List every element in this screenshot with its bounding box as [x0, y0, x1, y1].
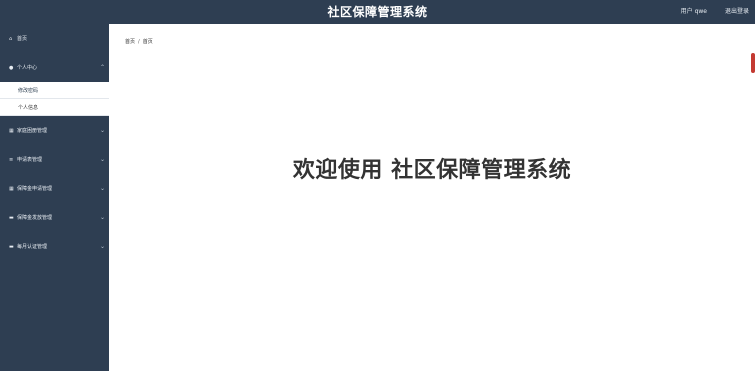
sidebar-item-label: 每月认证管理 [17, 244, 48, 250]
app-title: 社区保障管理系统 [327, 5, 428, 19]
personal-center-submenu: 修改密码 个人信息 [0, 82, 109, 116]
grid-icon: ▦ [9, 127, 14, 134]
logout-link[interactable]: 退出登录 [725, 0, 749, 24]
card-icon: ▬ [9, 243, 14, 250]
breadcrumb: 首页 / 首页 [125, 38, 153, 45]
sidebar-item-family-register[interactable]: ▦ 家庭困册管理 ⌄ [0, 116, 109, 145]
sidebar-item-monthly-verification[interactable]: ▬ 每月认证管理 ⌄ [0, 232, 109, 261]
sidebar-subitem-change-password[interactable]: 修改密码 [0, 82, 109, 99]
breadcrumb-current: 首页 [142, 39, 153, 45]
sidebar-item-fund-application[interactable]: ▦ 保障金申请管理 ⌄ [0, 174, 109, 203]
chevron-down-icon: ⌄ [99, 127, 105, 134]
sidebar-subitem-personal-info[interactable]: 个人信息 [0, 99, 109, 116]
chevron-down-icon: ⌄ [99, 214, 105, 221]
card-icon: ▬ [9, 214, 14, 221]
sidebar-item-personal-center[interactable]: ● 个人中心 ⌃ [0, 53, 109, 82]
sidebar-item-label: 家庭困册管理 [17, 128, 48, 134]
sidebar-item-home[interactable]: ⌂ 首页 [0, 24, 109, 53]
breadcrumb-home-link[interactable]: 首页 [125, 39, 135, 45]
welcome-heading: 欢迎使用 社区保障管理系统 [292, 158, 572, 183]
scrollbar-thumb[interactable] [751, 53, 755, 73]
sidebar-item-label: 保障金申请管理 [17, 186, 53, 192]
sidebar-item-label: 首页 [17, 36, 28, 42]
sidebar: ⌂ 首页 ● 个人中心 ⌃ 修改密码 个人信息 ▦ 家庭困册管理 ⌄ ≡ 申请表… [0, 24, 109, 371]
user-icon: ● [9, 64, 14, 71]
chevron-down-icon: ⌄ [99, 243, 105, 250]
chevron-up-icon: ⌃ [99, 64, 105, 71]
main-content: 首页 / 首页 欢迎使用 社区保障管理系统 [109, 24, 755, 371]
list-icon: ≡ [9, 156, 14, 163]
current-user-label: 用户 qwe [680, 8, 707, 15]
top-header: 社区保障管理系统 用户 qwe 退出登录 [0, 0, 755, 24]
grid-icon: ▦ [9, 185, 14, 192]
chevron-down-icon: ⌄ [99, 185, 105, 192]
sidebar-item-fund-distribution[interactable]: ▬ 保障金发放管理 ⌄ [0, 203, 109, 232]
home-icon: ⌂ [9, 35, 13, 42]
sidebar-item-label: 个人中心 [17, 65, 38, 71]
sidebar-item-application-form[interactable]: ≡ 申请表管理 ⌄ [0, 145, 109, 174]
sidebar-item-label: 保障金发放管理 [17, 215, 53, 221]
breadcrumb-separator: / [138, 39, 140, 45]
sidebar-item-label: 申请表管理 [17, 157, 43, 163]
chevron-down-icon: ⌄ [99, 156, 105, 163]
